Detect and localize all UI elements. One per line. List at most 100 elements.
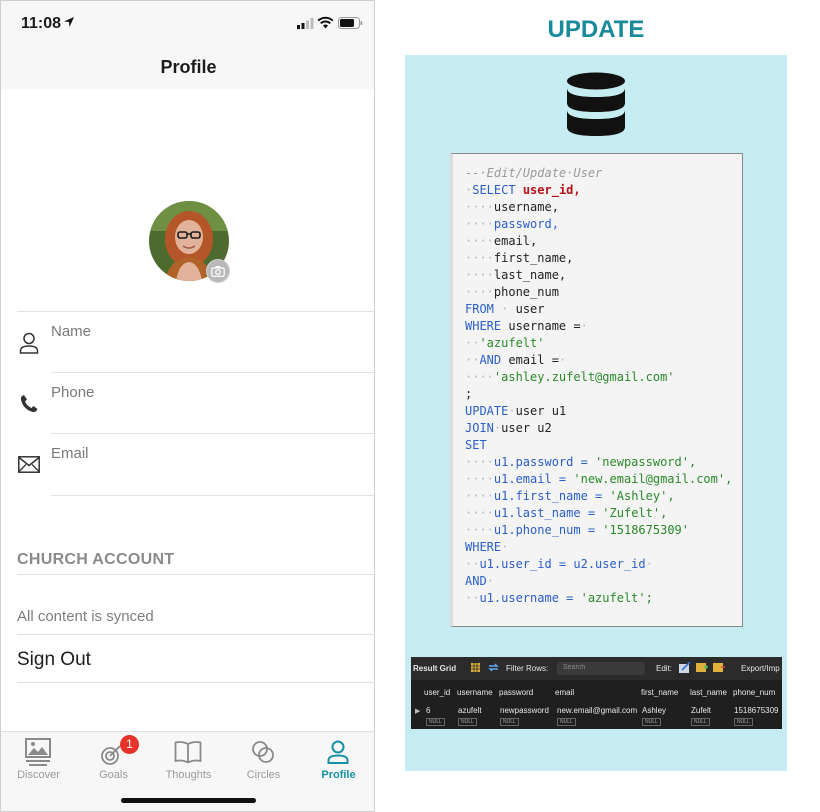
column-header[interactable]: phone_num — [733, 688, 775, 697]
table-cell[interactable]: azufelt — [458, 706, 482, 715]
export-label[interactable]: Export/Imp — [741, 664, 780, 673]
edit-label: Edit: — [656, 664, 673, 673]
code-keyword: AND — [465, 574, 487, 588]
goals-icon — [101, 745, 121, 765]
code-text: u1.username = — [479, 591, 574, 605]
phone-icon — [20, 395, 38, 413]
null-cell: NULL — [642, 718, 661, 726]
code-keyword: SET — [465, 438, 487, 452]
table-cell[interactable]: 6 — [426, 706, 430, 715]
edit-row-icon[interactable] — [679, 662, 691, 673]
status-time: 11:08 — [21, 15, 62, 32]
null-cell: NULL — [557, 718, 576, 726]
result-grid-toolbar: Result Grid Filter Rows: Search Edit: Ex… — [411, 657, 782, 680]
column-header[interactable]: first_name — [641, 688, 678, 697]
result-grid-title: Result Grid — [413, 664, 457, 673]
wifi-icon — [317, 16, 334, 29]
navigation-bar: Profile — [1, 45, 374, 89]
code-keyword: AND — [479, 353, 502, 367]
code-text: ; — [465, 387, 473, 401]
code-string: 'Ashley', — [609, 489, 675, 503]
battery-icon — [338, 17, 363, 29]
code-string: 'new.email@gmail.com', — [573, 472, 733, 486]
tab-profile[interactable]: Profile — [301, 736, 374, 782]
column-header[interactable]: username — [457, 688, 493, 697]
code-keyword: WHERE — [465, 540, 502, 554]
delete-row-icon[interactable] — [713, 662, 725, 673]
discover-icon — [25, 738, 51, 766]
table-cell[interactable]: new.email@gmail.com — [557, 706, 637, 715]
tab-circles[interactable]: Circles — [226, 736, 301, 782]
change-photo-button[interactable] — [206, 259, 230, 283]
tab-goals[interactable]: 1 Goals — [76, 735, 151, 782]
table-cell[interactable]: newpassword — [500, 706, 549, 715]
code-text: user u2 — [501, 421, 552, 435]
filter-rows-label: Filter Rows: — [506, 664, 549, 673]
email-field[interactable]: Email — [51, 445, 89, 462]
filter-search-input[interactable]: Search — [557, 662, 645, 675]
column-header[interactable]: user_id — [424, 688, 450, 697]
code-text: u1.phone_num = — [493, 523, 596, 537]
name-field[interactable]: Name — [51, 323, 91, 340]
tab-label: Profile — [321, 769, 356, 781]
divider — [51, 372, 374, 373]
code-text: user — [515, 302, 545, 316]
table-cell[interactable]: Ashley — [642, 706, 666, 715]
section-title-church-account: CHURCH ACCOUNT — [17, 551, 175, 568]
null-cell: NULL — [426, 718, 445, 726]
code-text: email, — [493, 234, 538, 248]
code-string: 'azufelt'; — [580, 591, 653, 605]
code-text: u1.first_name = — [493, 489, 603, 503]
status-bar: 11:08 — [1, 1, 374, 45]
code-keyword: SELECT — [472, 183, 516, 197]
code-text: email = — [508, 353, 559, 367]
divider — [17, 574, 374, 575]
add-row-icon[interactable] — [696, 662, 708, 673]
tab-label: Circles — [246, 769, 281, 781]
divider — [51, 433, 374, 434]
divider — [51, 495, 374, 496]
code-keyword: FROM — [465, 302, 494, 316]
camera-icon — [211, 265, 225, 277]
result-grid: Result Grid Filter Rows: Search Edit: Ex… — [411, 657, 782, 729]
code-keyword: UPDATE — [465, 404, 509, 418]
circles-icon — [252, 741, 274, 763]
code-string: 'ashley.zufelt@gmail.com' — [493, 370, 675, 384]
table-cell[interactable]: Zufelt — [691, 706, 711, 715]
code-string: 'Zufelt', — [602, 506, 668, 520]
profile-icon — [327, 740, 349, 764]
code-text: username, — [493, 200, 559, 214]
null-cell: NULL — [500, 718, 519, 726]
column-header[interactable]: email — [555, 688, 574, 697]
row-pointer-icon: ▶ — [415, 708, 421, 715]
sql-code-editor[interactable]: --·Edit/Update·User ·SELECT user_id, ···… — [450, 153, 743, 627]
null-cell: NULL — [691, 718, 710, 726]
tab-thoughts[interactable]: Thoughts — [151, 736, 226, 782]
code-text: u1.last_name = — [493, 506, 596, 520]
update-title: UPDATE — [547, 16, 645, 43]
grid-view-icon[interactable] — [471, 663, 480, 672]
phone-field[interactable]: Phone — [51, 384, 94, 401]
null-cell: NULL — [458, 718, 477, 726]
column-header[interactable]: password — [499, 688, 533, 697]
cell-signal-icon — [297, 18, 314, 29]
home-indicator[interactable] — [121, 798, 256, 803]
refresh-icon[interactable] — [488, 663, 499, 672]
location-arrow-icon — [64, 17, 74, 27]
sign-out-button[interactable]: Sign Out — [17, 649, 91, 671]
column-header[interactable]: last_name — [690, 688, 727, 697]
search-placeholder: Search — [563, 664, 586, 671]
code-keyword: WHERE — [465, 319, 502, 333]
person-icon — [19, 332, 39, 354]
divider — [17, 634, 374, 635]
goals-badge: 1 — [120, 735, 139, 754]
tab-discover[interactable]: Discover — [1, 736, 76, 782]
tab-label: Discover — [17, 769, 60, 781]
code-text: u1.email = — [493, 472, 567, 486]
code-text: last_name, — [493, 268, 567, 282]
table-cell[interactable]: 1518675309 — [734, 706, 779, 715]
code-text: u1.user_id = u2.user_id — [479, 557, 646, 571]
code-string: 'newpassword', — [595, 455, 697, 469]
sync-status-text: All content is synced — [17, 608, 154, 625]
divider — [17, 682, 374, 683]
